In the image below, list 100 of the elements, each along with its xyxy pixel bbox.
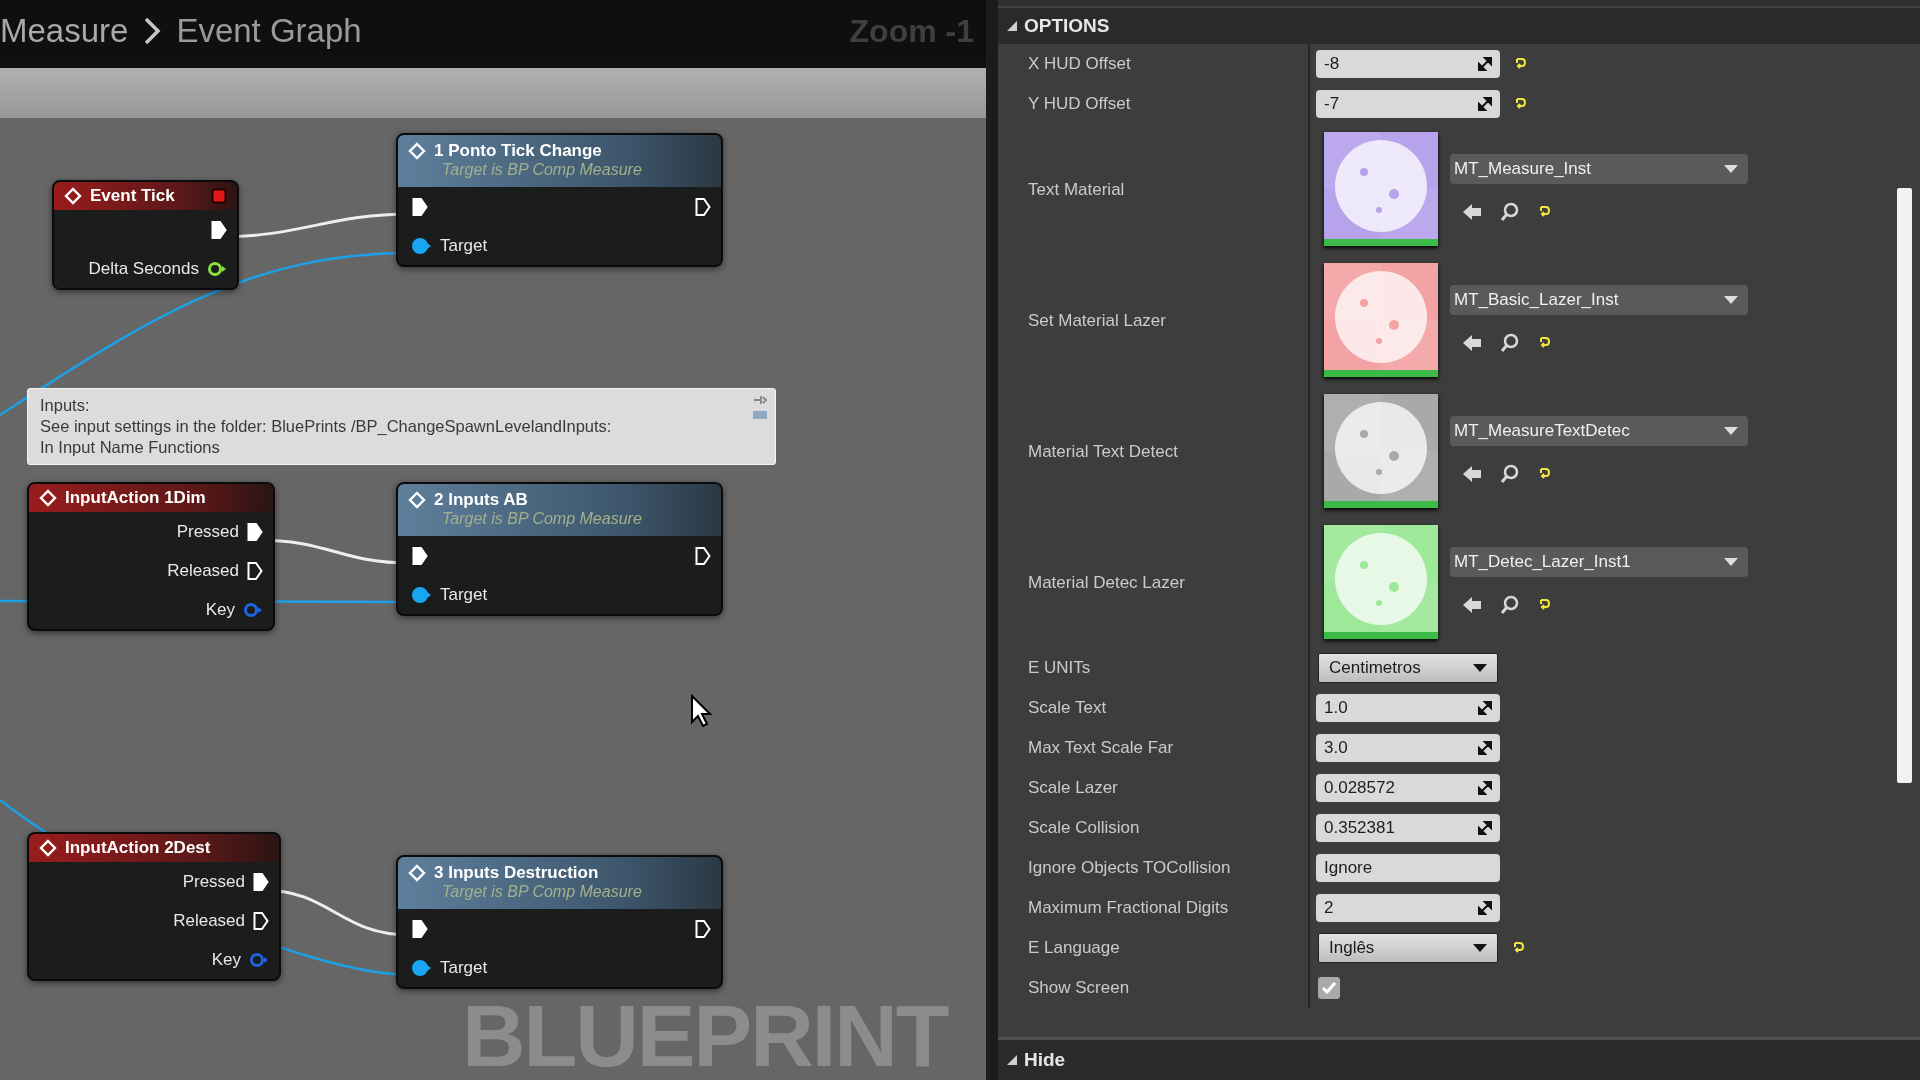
property-label: Scale Lazer: [998, 768, 1310, 808]
collapse-triangle-icon[interactable]: [1006, 1054, 1018, 1066]
caret-icon: [1473, 944, 1487, 952]
search-icon[interactable]: [1500, 202, 1520, 222]
event-node[interactable]: InputAction 2Dest Pressed Released Key: [27, 832, 281, 981]
check-icon: [1321, 981, 1337, 995]
drag-arrows-icon[interactable]: [1478, 741, 1492, 755]
reset-arrow-icon[interactable]: [1538, 467, 1552, 481]
exec-pin-icon[interactable]: [412, 918, 428, 939]
function-diamond-icon: [408, 864, 426, 882]
function-node[interactable]: 2 Inputs AB Target is BP Comp Measure Target: [396, 482, 723, 616]
asset-dropdown[interactable]: MT_Measure_Inst: [1450, 154, 1748, 184]
property-label: X HUD Offset: [998, 44, 1310, 84]
pin-label: Key: [211, 949, 241, 970]
number-field[interactable]: 0.028572: [1316, 774, 1500, 802]
number-field[interactable]: 2: [1316, 894, 1500, 922]
pin-label: Target: [440, 584, 488, 605]
search-icon[interactable]: [1500, 595, 1520, 615]
caret-icon: [1473, 664, 1487, 672]
number-field[interactable]: -7: [1316, 90, 1500, 118]
pin-label: Target: [440, 957, 488, 978]
search-icon[interactable]: [1500, 333, 1520, 353]
node-subtitle: Target is BP Comp Measure: [442, 161, 643, 179]
exec-pin-icon[interactable]: [211, 219, 227, 240]
property-label: Scale Text: [998, 688, 1310, 728]
drag-arrows-icon[interactable]: [1478, 701, 1492, 715]
reset-arrow-icon[interactable]: [1512, 941, 1526, 955]
node-title: InputAction 1Dim: [65, 488, 206, 508]
checkbox[interactable]: [1318, 977, 1340, 999]
pin-label: Released: [167, 560, 239, 581]
data-pin-icon[interactable]: [412, 586, 432, 603]
drag-arrows-icon[interactable]: [1478, 97, 1492, 111]
event-node[interactable]: Event Tick Delta Seconds: [52, 180, 239, 290]
exec-pin-icon[interactable]: [253, 871, 269, 892]
exec-pin-icon[interactable]: [695, 545, 711, 566]
pin-icon[interactable]: [753, 395, 767, 405]
left-arrow-icon[interactable]: [1462, 334, 1482, 352]
caret-icon: [1724, 296, 1738, 304]
data-pin-icon[interactable]: [412, 959, 432, 976]
property-label: Max Text Scale Far: [998, 728, 1310, 768]
breadcrumb-link[interactable]: Measure: [0, 12, 129, 50]
left-arrow-icon[interactable]: [1462, 596, 1482, 614]
enum-dropdown[interactable]: Centimetros: [1318, 653, 1498, 683]
drag-arrows-icon[interactable]: [1478, 901, 1492, 915]
property-label: Maximum Fractional Digits: [998, 888, 1310, 928]
exec-pin-icon[interactable]: [695, 918, 711, 939]
pin-label: Pressed: [182, 871, 245, 892]
section-title: OPTIONS: [1024, 15, 1110, 37]
number-field[interactable]: 1.0: [1316, 694, 1500, 722]
asset-dropdown[interactable]: MT_MeasureTextDetec: [1450, 416, 1748, 446]
reset-arrow-icon[interactable]: [1514, 57, 1528, 71]
data-pin-icon[interactable]: [207, 260, 227, 277]
exec-pin-icon[interactable]: [695, 196, 711, 217]
left-arrow-icon[interactable]: [1462, 203, 1482, 221]
asset-dropdown[interactable]: MT_Basic_Lazer_Inst: [1450, 285, 1748, 315]
reset-arrow-icon[interactable]: [1538, 205, 1552, 219]
reset-arrow-icon[interactable]: [1538, 598, 1552, 612]
property-label: Material Detec Lazer: [998, 517, 1310, 648]
pin-label: Delta Seconds: [88, 258, 199, 279]
section-header[interactable]: OPTIONS: [998, 6, 1920, 44]
number-field[interactable]: 0.352381: [1316, 814, 1500, 842]
event-node[interactable]: InputAction 1Dim Pressed Released Key: [27, 482, 275, 631]
section-header[interactable]: Hide: [998, 1037, 1920, 1080]
exec-pin-icon[interactable]: [247, 521, 263, 542]
function-node[interactable]: 3 Inputs Destruction Target is BP Comp Measure Target: [396, 855, 723, 989]
enum-dropdown[interactable]: Inglês: [1318, 933, 1498, 963]
collapse-triangle-icon[interactable]: [1006, 20, 1018, 32]
drag-arrows-icon[interactable]: [1478, 57, 1492, 71]
asset-dropdown[interactable]: MT_Detec_Lazer_Inst1: [1450, 547, 1748, 577]
caret-icon: [1724, 558, 1738, 566]
exec-pin-icon[interactable]: [412, 196, 428, 217]
drag-arrows-icon[interactable]: [1478, 821, 1492, 835]
comment-text: Inputs: See input settings in the folder: BluePrints /BP_ChangeSpawnLevelandInputs: In Input Name Functions: [40, 395, 613, 458]
property-label: Show Screen: [998, 968, 1310, 1008]
function-diamond-icon: [39, 489, 57, 507]
comment-box[interactable]: Inputs: See input settings in the folder: BluePrints /BP_ChangeSpawnLevelandInputs: In Input Name Functions: [27, 388, 776, 465]
property-label: Ignore Objects TOCollision: [998, 848, 1310, 888]
pin-label: Key: [205, 599, 235, 620]
property-label: E UNITs: [998, 648, 1310, 688]
node-subtitle: Target is BP Comp Measure: [442, 510, 643, 528]
pin-label: Target: [440, 235, 488, 256]
drag-arrows-icon[interactable]: [1478, 781, 1492, 795]
reset-arrow-icon[interactable]: [1538, 336, 1552, 350]
number-field[interactable]: 3.0: [1316, 734, 1500, 762]
property-label: Text Material: [998, 124, 1310, 255]
function-node[interactable]: 1 Ponto Tick Change Target is BP Comp Measure Target: [396, 133, 723, 267]
exec-pin-icon[interactable]: [247, 560, 263, 581]
left-arrow-icon[interactable]: [1462, 465, 1482, 483]
exec-pin-icon[interactable]: [412, 545, 428, 566]
property-label: Scale Collision: [998, 808, 1310, 848]
search-icon[interactable]: [1500, 464, 1520, 484]
property-label: Material Text Detect: [998, 386, 1310, 517]
exec-pin-icon[interactable]: [253, 910, 269, 931]
graph-canvas[interactable]: [0, 118, 986, 1080]
data-pin-icon[interactable]: [412, 237, 432, 254]
pin-label: Released: [173, 910, 245, 931]
reset-arrow-icon[interactable]: [1514, 97, 1528, 111]
scrollbar[interactable]: [1897, 188, 1912, 783]
number-field[interactable]: -8: [1316, 50, 1500, 78]
text-field[interactable]: Ignore: [1316, 854, 1500, 882]
